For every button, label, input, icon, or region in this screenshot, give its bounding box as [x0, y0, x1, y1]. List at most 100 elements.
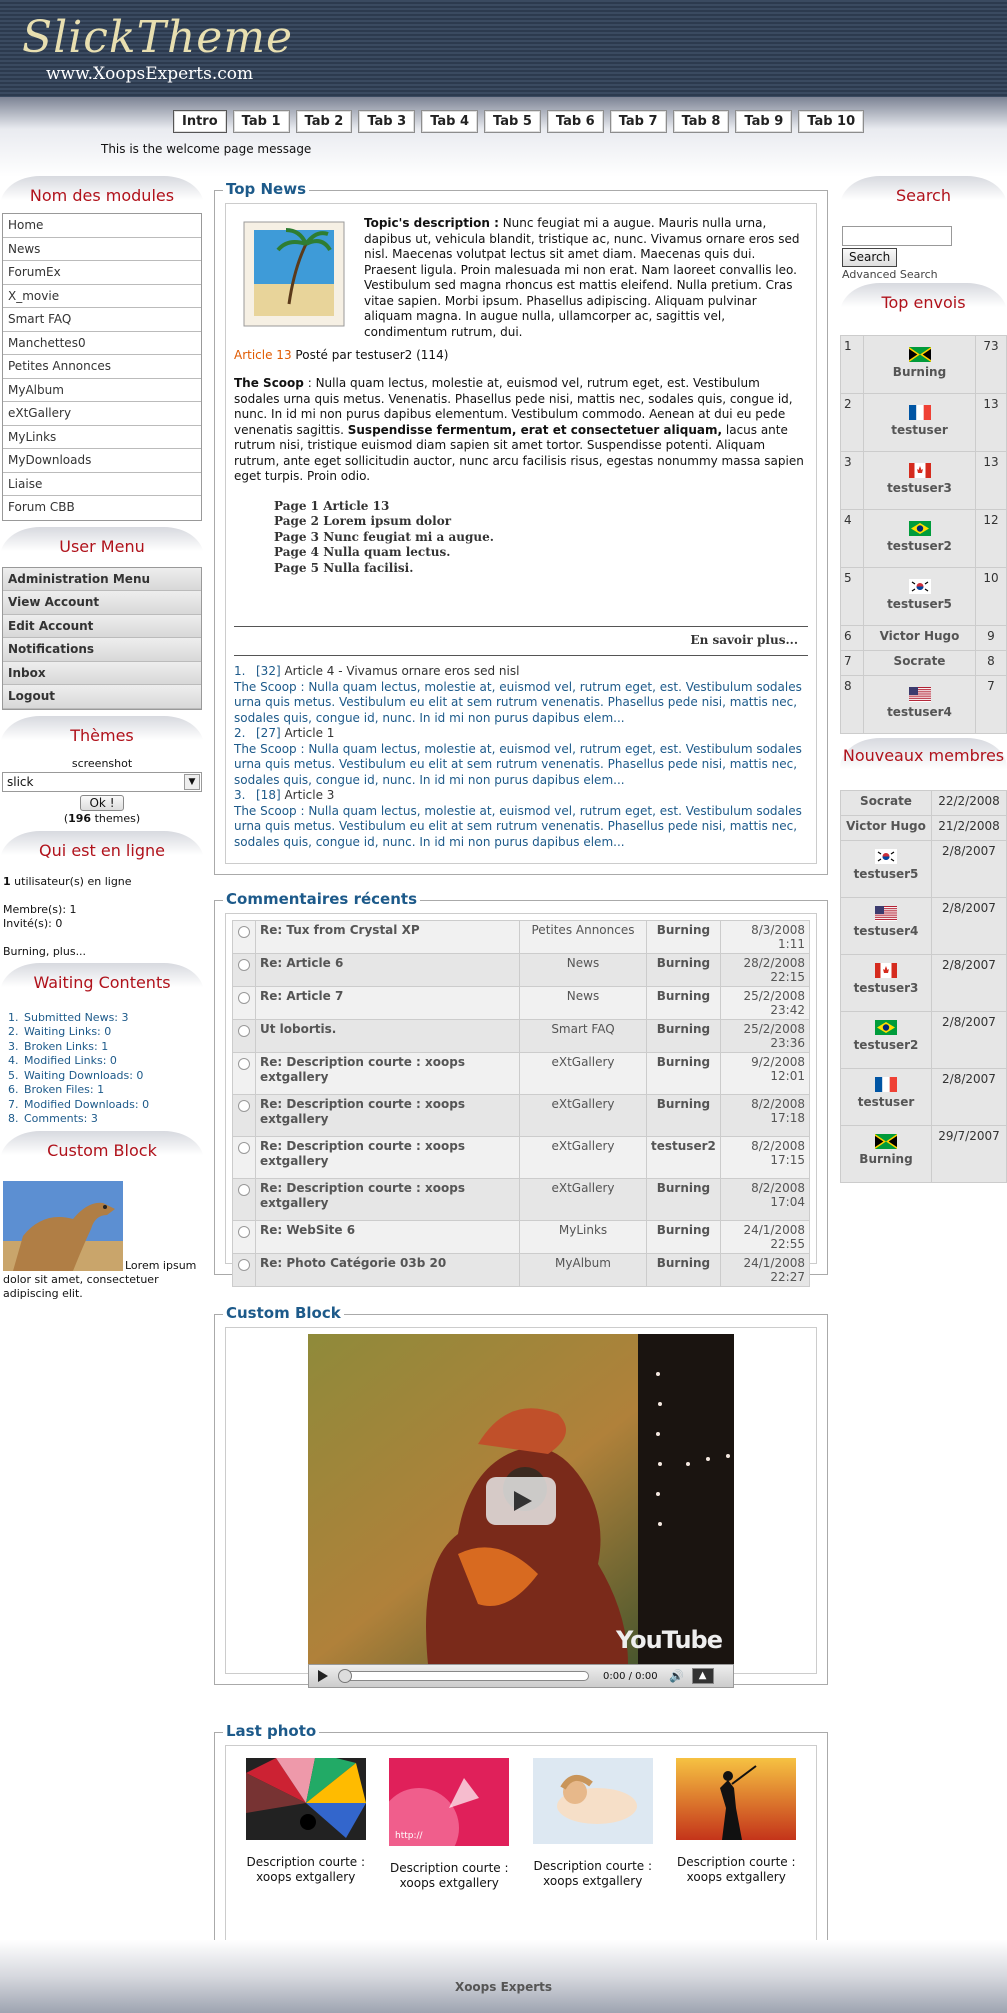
usermenu-item[interactable]: View Account	[3, 591, 201, 615]
waiting-item[interactable]: 1. Submitted News: 3	[8, 1011, 204, 1026]
tab-2[interactable]: Tab 2	[295, 110, 353, 133]
poster-name[interactable]: Victor Hugo	[867, 629, 972, 643]
tab-6[interactable]: Tab 6	[546, 110, 604, 133]
video-progress-bar[interactable]	[338, 1669, 589, 1683]
usermenu-item[interactable]: Logout	[3, 685, 201, 709]
poster-cell[interactable]: testuser2	[864, 510, 975, 567]
tab-7[interactable]: Tab 7	[609, 110, 667, 133]
comment-title-link[interactable]: Re: Article 7	[256, 987, 519, 1019]
tab-4[interactable]: Tab 4	[421, 110, 479, 133]
photo-thumbnail[interactable]	[676, 1758, 797, 1840]
comment-title-link[interactable]: Re: WebSite 6	[256, 1221, 519, 1253]
module-item[interactable]: Liaise	[3, 473, 201, 496]
tab-10[interactable]: Tab 10	[798, 110, 865, 133]
page-link[interactable]: Page 3 Nunc feugiat mi a augue.	[274, 530, 808, 546]
online-more-link[interactable]: Burning, plus...	[3, 945, 201, 959]
comment-row[interactable]: Re: Tux from Crystal XP Petites Annonces B…	[233, 921, 809, 953]
comment-title-link[interactable]: Re: Description courte : xoops extgaller…	[256, 1137, 519, 1178]
more-link[interactable]: En savoir plus...	[234, 626, 808, 656]
member-cell[interactable]: testuser	[841, 1069, 931, 1125]
module-item[interactable]: News	[3, 238, 201, 261]
page-link[interactable]: Page 5 Nulla facilisi.	[274, 561, 808, 577]
photo-thumbnail[interactable]: http://	[379, 1758, 510, 1868]
chevron-down-icon[interactable]: ▼	[184, 773, 200, 790]
module-item[interactable]: eXtGallery	[3, 402, 201, 426]
poster-cell[interactable]: testuser3	[864, 452, 975, 509]
photo-item[interactable]: Description courte : xoops extgallery	[673, 1758, 799, 1968]
tab-3[interactable]: Tab 3	[358, 110, 416, 133]
comment-title-link[interactable]: Ut lobortis.	[256, 1020, 519, 1052]
module-item[interactable]: X_movie	[3, 285, 201, 308]
poster-name[interactable]: testuser5	[867, 597, 972, 611]
tab-5[interactable]: Tab 5	[484, 110, 541, 133]
poster-cell[interactable]: testuser	[864, 394, 975, 451]
module-item[interactable]: Forum CBB	[3, 496, 201, 520]
page-link[interactable]: Page 1 Article 13	[274, 499, 808, 515]
waiting-item[interactable]: 5. Waiting Downloads: 0	[8, 1069, 204, 1084]
member-name[interactable]: testuser	[844, 1095, 928, 1109]
comment-title-link[interactable]: Re: Description courte : xoops extgaller…	[256, 1053, 519, 1094]
poster-cell[interactable]: Victor Hugo	[864, 626, 975, 650]
comment-title-link[interactable]: Re: Photo Catégorie 03b 20	[256, 1254, 519, 1286]
member-name[interactable]: Burning	[844, 1152, 928, 1166]
member-cell[interactable]: testuser5	[841, 841, 931, 897]
play-button-icon[interactable]	[309, 1665, 335, 1687]
waiting-item[interactable]: 2. Waiting Links: 0	[8, 1025, 204, 1040]
comment-user[interactable]: Burning	[647, 954, 720, 986]
member-name[interactable]: testuser2	[844, 1038, 928, 1052]
poster-cell[interactable]: testuser5	[864, 568, 975, 625]
usermenu-item[interactable]: Edit Account	[3, 614, 201, 638]
comment-user[interactable]: Burning	[647, 1254, 720, 1286]
comment-row[interactable]: Re: Description courte : xoops extgaller…	[233, 1053, 809, 1094]
comment-row[interactable]: Re: Description courte : xoops extgaller…	[233, 1179, 809, 1220]
waiting-item[interactable]: 8. Comments: 3	[8, 1112, 204, 1127]
comment-row[interactable]: Re: Photo Catégorie 03b 20 MyAlbum Burning…	[233, 1254, 809, 1286]
comment-module[interactable]: MyLinks	[520, 1221, 646, 1253]
photo-item[interactable]: http:// Description courte : xoops extga…	[379, 1758, 512, 1968]
waiting-item[interactable]: 3. Broken Links: 1	[8, 1040, 204, 1055]
module-item[interactable]: MyAlbum	[3, 379, 201, 402]
photo-item[interactable]: Description courte : xoops extgallery	[243, 1753, 369, 1968]
poster-cell[interactable]: Burning	[864, 336, 975, 393]
news-title-link[interactable]: Article 1	[284, 726, 334, 740]
waiting-item[interactable]: 4. Modified Links: 0	[8, 1054, 204, 1069]
tab-8[interactable]: Tab 8	[672, 110, 730, 133]
comment-user[interactable]: Burning	[647, 987, 720, 1019]
comment-user[interactable]: Burning	[647, 1020, 720, 1052]
comment-user[interactable]: Burning	[647, 1053, 720, 1094]
comment-module[interactable]: MyAlbum	[520, 1254, 646, 1286]
tab-0[interactable]: Intro	[173, 110, 227, 133]
search-button[interactable]: Search	[842, 248, 898, 267]
comment-title-link[interactable]: Re: Tux from Crystal XP	[256, 921, 519, 953]
module-item[interactable]: Petites Annonces	[3, 355, 201, 379]
poster-cell[interactable]: Socrate	[864, 651, 975, 675]
comment-row[interactable]: Re: Article 7 News Burning 25/2/2008 23:42	[233, 987, 809, 1019]
module-item[interactable]: Home	[3, 214, 201, 238]
comment-title-link[interactable]: Re: Article 6	[256, 954, 519, 986]
poster-name[interactable]: Burning	[867, 365, 972, 379]
module-item[interactable]: Smart FAQ	[3, 308, 201, 332]
module-item[interactable]: MyLinks	[3, 426, 201, 449]
news-title-link[interactable]: Article 4 - Vivamus ornare eros sed nisl	[284, 664, 519, 678]
progress-handle[interactable]	[338, 1669, 352, 1683]
poster-cell[interactable]: testuser4	[864, 676, 975, 733]
search-input[interactable]	[842, 226, 952, 246]
poster-name[interactable]: testuser4	[867, 705, 972, 719]
comment-row[interactable]: Re: Description courte : xoops extgaller…	[233, 1137, 809, 1178]
video-player[interactable]: YouTube 0:00 / 0:00 🔊 ▲	[308, 1334, 734, 1689]
comment-row[interactable]: Ut lobortis. Smart FAQ Burning 25/2/2008 23…	[233, 1020, 809, 1052]
photo-thumbnail[interactable]	[532, 1758, 653, 1844]
member-cell[interactable]: Victor Hugo	[841, 816, 931, 840]
member-cell[interactable]: Burning	[841, 1126, 931, 1182]
expand-icon[interactable]: ▲	[691, 1668, 714, 1684]
member-name[interactable]: Victor Hugo	[844, 819, 928, 833]
tab-1[interactable]: Tab 1	[232, 110, 290, 133]
theme-select[interactable]: slick ▼	[2, 771, 202, 792]
comment-title-link[interactable]: Re: Description courte : xoops extgaller…	[256, 1179, 519, 1220]
comment-user[interactable]: Burning	[647, 1221, 720, 1253]
play-overlay-button[interactable]	[486, 1477, 556, 1525]
article-link[interactable]: Article 13	[234, 348, 292, 362]
comment-module[interactable]: News	[520, 987, 646, 1019]
news-title-link[interactable]: Article 3	[284, 788, 334, 802]
usermenu-item[interactable]: Notifications	[3, 638, 201, 662]
